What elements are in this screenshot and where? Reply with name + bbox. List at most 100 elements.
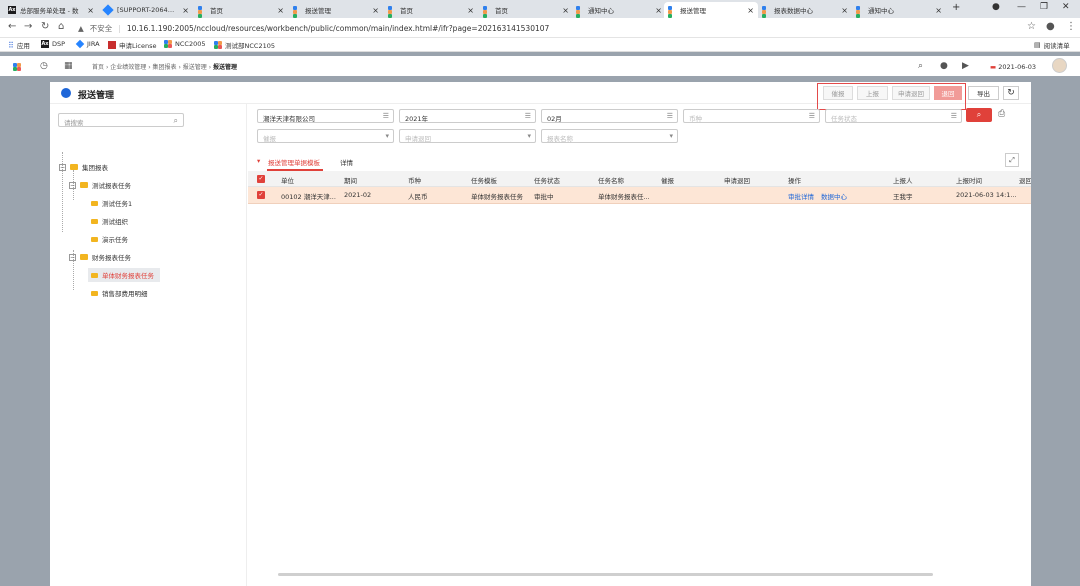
- tab-expand-icon[interactable]: ▾: [257, 157, 260, 165]
- tree-node-group-reports[interactable]: − 集团报表: [59, 160, 108, 174]
- search-icon[interactable]: ⌕: [918, 61, 923, 71]
- close-icon[interactable]: ×: [87, 6, 94, 15]
- url-field[interactable]: ▲ 不安全 | 10.16.1.190:2005/nccloud/resourc…: [78, 21, 1023, 35]
- header-date[interactable]: ▬ 2021-06-03: [990, 63, 1036, 71]
- currency-select[interactable]: 币种 ☰: [683, 109, 820, 123]
- bookmark-ncc2005[interactable]: NCC2005: [164, 40, 205, 48]
- year-select[interactable]: 2021年 ☰: [399, 109, 536, 123]
- column-header[interactable]: 任务名称: [598, 175, 624, 185]
- avatar[interactable]: [1052, 58, 1067, 73]
- month-select[interactable]: 02月 ☰: [541, 109, 678, 123]
- close-icon[interactable]: ×: [841, 6, 848, 15]
- urge-button[interactable]: 催报: [823, 86, 853, 100]
- horizontal-scrollbar[interactable]: [278, 573, 933, 576]
- minimize-icon[interactable]: —: [1017, 2, 1026, 12]
- close-icon[interactable]: ×: [935, 6, 942, 15]
- column-header[interactable]: 上报人: [893, 175, 913, 185]
- browser-tab[interactable]: 首页 ×: [194, 2, 288, 18]
- column-header[interactable]: 任务模板: [471, 175, 497, 185]
- close-window-icon[interactable]: ✕: [1062, 2, 1070, 12]
- tree-node-test-tasks[interactable]: − 测试报表任务: [69, 178, 131, 192]
- bookmark-jira[interactable]: JIRA: [75, 39, 100, 49]
- breadcrumb-item[interactable]: 集团报表: [153, 64, 177, 71]
- urge-select[interactable]: 催报 ▾: [257, 129, 394, 143]
- tab-template[interactable]: 报送管理单据模板: [268, 157, 320, 167]
- report-button[interactable]: 上报: [857, 86, 888, 100]
- forward-icon[interactable]: →: [24, 21, 32, 32]
- bookmark-license[interactable]: 申请License: [108, 40, 157, 50]
- collapse-icon[interactable]: −: [69, 253, 76, 261]
- export-button[interactable]: 导出: [968, 86, 999, 100]
- tab-details[interactable]: 详情: [340, 157, 353, 167]
- breadcrumb-item[interactable]: 企业绩效管理: [110, 64, 146, 71]
- data-center-link[interactable]: 数据中心: [821, 191, 847, 201]
- profile-menu-icon[interactable]: ●: [992, 2, 1000, 12]
- report-name-select[interactable]: 报表名称 ▾: [541, 129, 678, 143]
- browser-tab[interactable]: 首页 ×: [479, 2, 573, 18]
- tree-node-test-task-1[interactable]: 测试任务1: [91, 196, 132, 210]
- task-status-select[interactable]: 任务状态 ☰: [825, 109, 962, 123]
- close-icon[interactable]: ×: [182, 6, 189, 15]
- search-button[interactable]: ⌕: [966, 108, 992, 122]
- more-icon[interactable]: ⋮: [1066, 21, 1076, 32]
- select-all-checkbox[interactable]: ✓: [257, 175, 265, 183]
- clock-icon[interactable]: ◷: [40, 61, 48, 71]
- org-select[interactable]: 潮洋天津有限公司 ☰: [257, 109, 394, 123]
- browser-tab[interactable]: 报表数据中心 ×: [758, 2, 852, 18]
- close-icon[interactable]: ×: [467, 6, 474, 15]
- tree-node-single-finance-task[interactable]: 单体财务报表任务: [88, 268, 160, 282]
- tree-node-test-org[interactable]: 测试组织: [91, 214, 128, 228]
- column-header[interactable]: 单位: [281, 175, 294, 185]
- column-header[interactable]: 任务状态: [534, 175, 560, 185]
- column-header[interactable]: 币种: [408, 175, 421, 185]
- browser-tab[interactable]: 报送管理 ×: [289, 2, 383, 18]
- new-tab-button[interactable]: +: [952, 2, 960, 13]
- video-icon[interactable]: ▶: [962, 61, 969, 71]
- tree-node-demo-task[interactable]: 演示任务: [91, 232, 128, 246]
- close-icon[interactable]: ×: [372, 6, 379, 15]
- column-header[interactable]: 操作: [788, 175, 801, 185]
- tree-node-finance-tasks[interactable]: − 财务报表任务: [69, 250, 131, 264]
- column-header[interactable]: 上报时间: [956, 175, 982, 185]
- chat-icon[interactable]: ●: [940, 61, 948, 71]
- bookmark-ncc2105[interactable]: 测试部NCC2105: [214, 40, 275, 50]
- browser-tab[interactable]: 通知中心 ×: [852, 2, 946, 18]
- column-header[interactable]: 申请退回: [724, 175, 750, 185]
- tree-search-input[interactable]: 请搜索 ⌕: [58, 113, 184, 127]
- bookmark-star-icon[interactable]: ☆: [1027, 21, 1036, 32]
- menu-grid-icon[interactable]: ▦: [64, 61, 73, 71]
- breadcrumb-item[interactable]: 首页: [92, 64, 104, 71]
- search-icon[interactable]: ⌕: [174, 116, 178, 126]
- app-logo-icon[interactable]: [13, 60, 21, 71]
- reading-list[interactable]: ▤ 阅读清单: [1034, 40, 1070, 50]
- request-return-select[interactable]: 申请退回 ▾: [399, 129, 536, 143]
- collapse-icon[interactable]: −: [59, 163, 66, 171]
- return-button[interactable]: 退回: [934, 86, 962, 100]
- home-icon[interactable]: ⌂: [58, 21, 64, 32]
- close-icon[interactable]: ×: [277, 6, 284, 15]
- tree-node-sales-expenses[interactable]: 销售部费用明细: [91, 286, 148, 300]
- column-header[interactable]: 催报: [661, 175, 674, 185]
- bookmark-apps[interactable]: ⠿ 应用: [8, 40, 30, 51]
- close-icon[interactable]: ×: [747, 6, 754, 15]
- approval-details-link[interactable]: 审批详情: [788, 191, 814, 201]
- fullscreen-button[interactable]: ⤢: [1005, 153, 1019, 167]
- restore-icon[interactable]: ❐: [1040, 2, 1048, 12]
- refresh-button[interactable]: ↻: [1003, 86, 1019, 100]
- bookmark-dsp[interactable]: Ax DSP: [41, 40, 65, 48]
- row-checkbox[interactable]: ✓: [257, 191, 265, 199]
- request-return-button[interactable]: 申请退回: [892, 86, 930, 100]
- close-icon[interactable]: ×: [562, 6, 569, 15]
- browser-tab[interactable]: 首页 ×: [384, 2, 478, 18]
- column-header[interactable]: 期间: [344, 175, 357, 185]
- breadcrumb-item[interactable]: 报送管理: [183, 64, 207, 71]
- browser-tab[interactable]: 通知中心 ×: [572, 2, 666, 18]
- browser-tab[interactable]: Ax 总部服务单处理 - 数 ×: [4, 2, 98, 18]
- column-header[interactable]: 退回: [1019, 175, 1031, 185]
- collapse-icon[interactable]: −: [69, 181, 76, 189]
- close-icon[interactable]: ×: [655, 6, 662, 15]
- back-icon[interactable]: ←: [8, 21, 16, 32]
- browser-tab-active[interactable]: 报送管理 ×: [664, 2, 758, 18]
- reload-icon[interactable]: ↻: [41, 21, 49, 32]
- print-icon[interactable]: ⎙: [998, 109, 1005, 119]
